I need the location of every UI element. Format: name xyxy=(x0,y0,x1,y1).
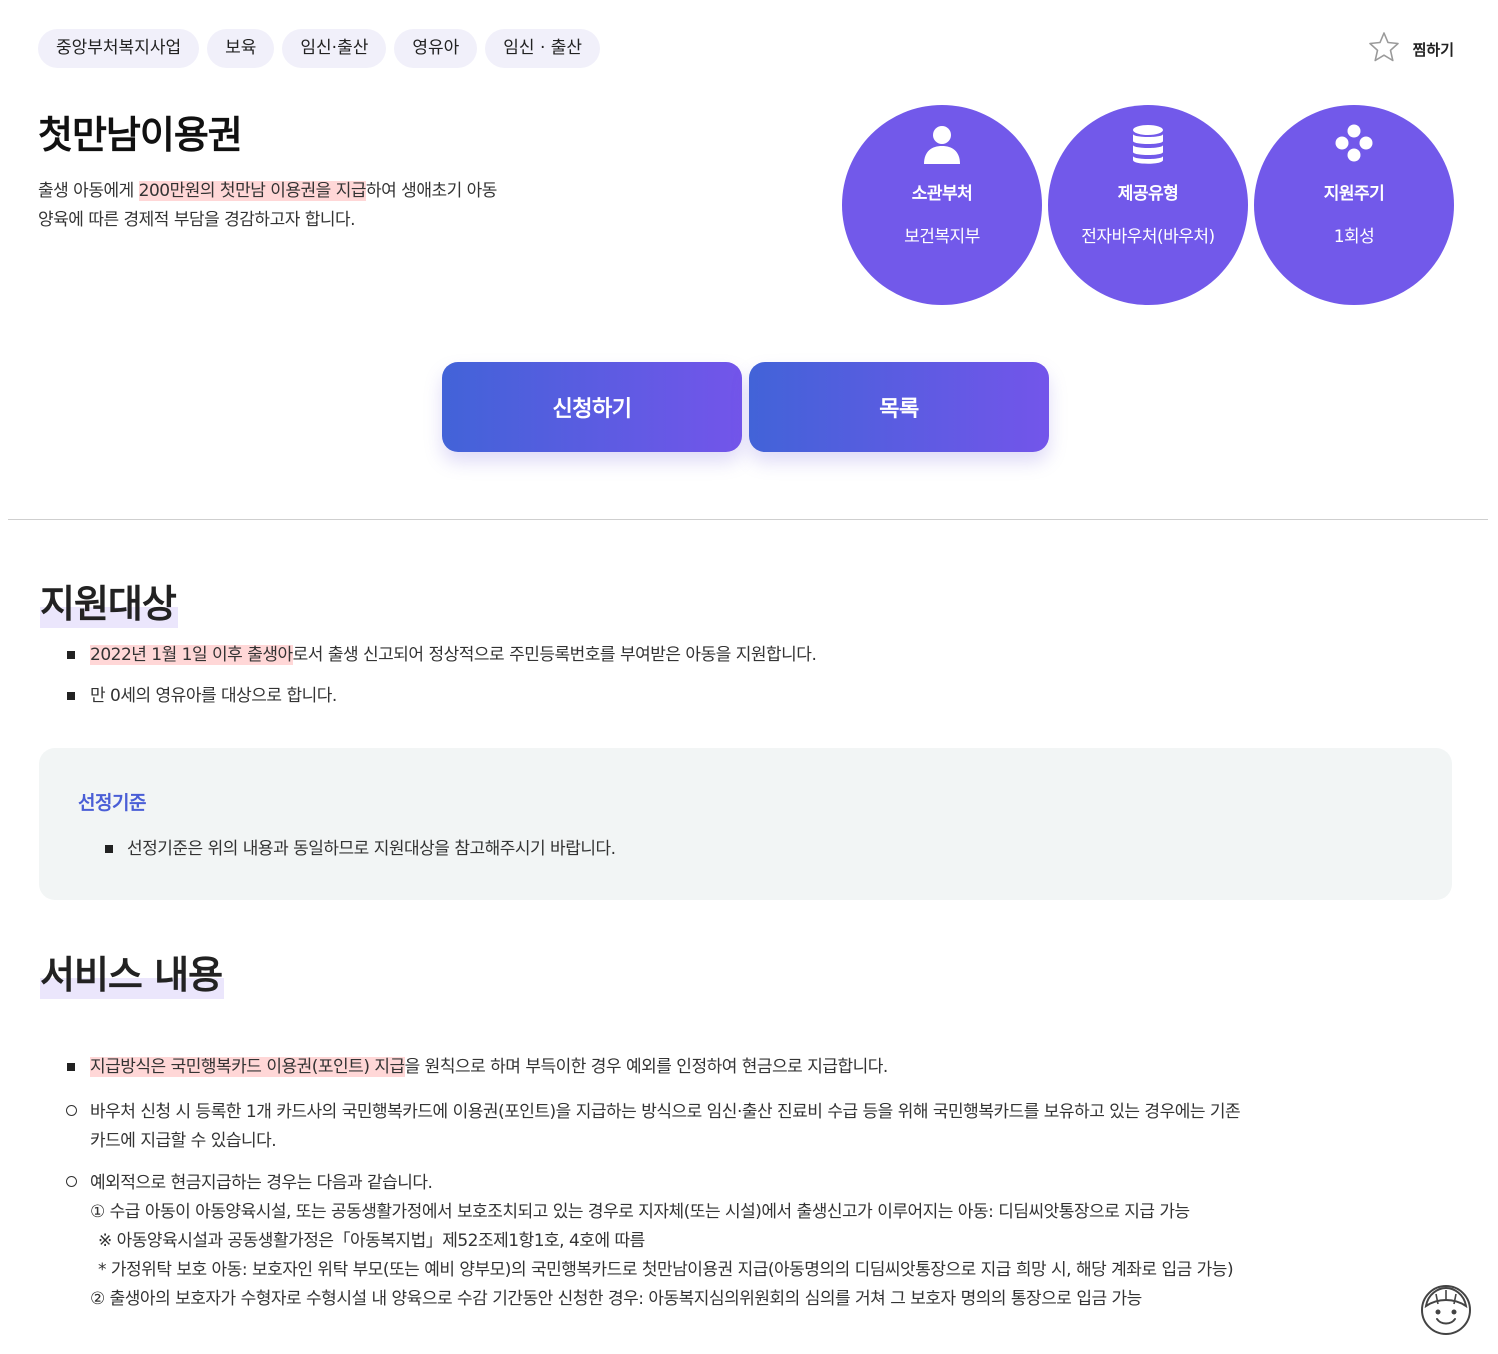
desc-highlight: 200만원의 첫만남 이용권을 지급 xyxy=(138,181,367,201)
list-button[interactable]: 목록 xyxy=(749,362,1049,452)
star-outline-icon xyxy=(1367,30,1401,68)
list-item: 바우처 신청 시 등록한 1개 카드사의 국민행복카드에 이용권(포인트)을 지… xyxy=(66,1098,1406,1156)
service-item1-highlight: 지급방식은 국민행복카드 이용권(포인트) 지급 xyxy=(90,1057,405,1077)
service-sub4: ② 출생아의 보호자가 수형자로 수형시설 내 양육으로 수감 기간동안 신청한… xyxy=(90,1289,1142,1309)
target-item1-rest: 로서 출생 신고되어 정상적으로 주민등록번호를 부여받은 아동을 지원합니다. xyxy=(292,645,817,665)
info-cycle-value: 1회성 xyxy=(1333,227,1375,247)
info-support-cycle: 지원주기 1회성 xyxy=(1254,105,1454,305)
info-department-value: 보건복지부 xyxy=(904,227,980,247)
dots-cluster-icon xyxy=(1331,121,1377,167)
chatbot-mascot-icon[interactable] xyxy=(1420,1284,1472,1336)
favorite-label: 찜하기 xyxy=(1412,40,1454,59)
section-title-target: 지원대상 xyxy=(40,573,178,628)
tag-childcare[interactable]: 보육 xyxy=(207,29,275,68)
list-item: 2022년 1월 1일 이후 출생아로서 출생 신고되어 정상적으로 주민등록번… xyxy=(66,642,817,668)
service-sub1: ① 수급 아동이 아동양육시설, 또는 공동생활가정에서 보호조치되고 있는 경… xyxy=(90,1202,1190,1222)
service-item1-rest: 을 원칙으로 하며 부득이한 경우 예외를 인정하여 현금으로 지급합니다. xyxy=(404,1057,889,1077)
apply-button[interactable]: 신청하기 xyxy=(442,362,742,452)
info-cycle-label: 지원주기 xyxy=(1323,184,1385,204)
service-sub3: * 가정위탁 보호 아동: 보호자인 위탁 부모(또는 예비 양부모)의 국민행… xyxy=(98,1260,1234,1280)
tag-infant[interactable]: 영유아 xyxy=(394,29,478,68)
page-description: 출생 아동에게 200만원의 첫만남 이용권을 지급하여 생애초기 아동양육에 … xyxy=(38,177,508,235)
list-item: 지급방식은 국민행복카드 이용권(포인트) 지급을 원칙으로 하며 부득이한 경… xyxy=(66,1054,1406,1080)
info-provision-label: 제공유형 xyxy=(1117,184,1179,204)
page-title: 첫만남이용권 xyxy=(38,113,243,157)
target-list: 2022년 1월 1일 이후 출생아로서 출생 신고되어 정상적으로 주민등록번… xyxy=(66,642,817,709)
service-item3: 예외적으로 현금지급하는 경우는 다음과 같습니다. xyxy=(90,1173,433,1193)
list-item: 예외적으로 현금지급하는 경우는 다음과 같습니다. ① 수급 아동이 아동양육… xyxy=(66,1169,1406,1314)
list-item: 선정기준은 위의 내용과 동일하므로 지원대상을 참고해주시기 바랍니다. xyxy=(105,836,616,862)
service-sub2: ※ 아동양육시설과 공동생활가정은「아동복지법」제52조제1항1호, 4호에 따… xyxy=(98,1231,645,1251)
favorite-button[interactable]: 찜하기 xyxy=(1367,30,1454,68)
category-tags: 중앙부처복지사업 보육 임신·출산 영유아 임신 · 출산 xyxy=(38,29,601,68)
service-item2-line1: 바우처 신청 시 등록한 1개 카드사의 국민행복카드에 이용권(포인트)을 지… xyxy=(90,1102,1241,1122)
database-icon xyxy=(1125,121,1171,167)
section-divider xyxy=(8,519,1488,520)
desc-pre: 출생 아동에게 xyxy=(38,181,139,201)
target-item1-highlight: 2022년 1월 1일 이후 출생아 xyxy=(90,645,293,665)
info-circles: 소관부처 보건복지부 제공유형 전자바우처(바우처) 지원주기 1회성 xyxy=(842,105,1454,305)
action-buttons: 신청하기 목록 xyxy=(442,362,1049,452)
criteria-title: 선정기준 xyxy=(78,792,146,814)
service-list: 지급방식은 국민행복카드 이용권(포인트) 지급을 원칙으로 하며 부득이한 경… xyxy=(66,1054,1406,1314)
tag-pregnancy-birth-2[interactable]: 임신 · 출산 xyxy=(485,29,601,68)
target-item2: 만 0세의 영유아를 대상으로 합니다. xyxy=(90,686,337,706)
info-provision-type: 제공유형 전자바우처(바우처) xyxy=(1048,105,1248,305)
tag-pregnancy-birth[interactable]: 임신·출산 xyxy=(282,29,387,68)
list-item: 만 0세의 영유아를 대상으로 합니다. xyxy=(66,683,816,709)
service-item2-line2: 카드에 지급할 수 있습니다. xyxy=(90,1131,277,1151)
criteria-list: 선정기준은 위의 내용과 동일하므로 지원대상을 참고해주시기 바랍니다. xyxy=(105,836,616,862)
criteria-box: 선정기준 선정기준은 위의 내용과 동일하므로 지원대상을 참고해주시기 바랍니… xyxy=(39,748,1452,900)
section-title-service: 서비스 내용 xyxy=(40,944,225,999)
info-provision-value: 전자바우처(바우처) xyxy=(1081,227,1215,247)
criteria-item: 선정기준은 위의 내용과 동일하므로 지원대상을 참고해주시기 바랍니다. xyxy=(127,839,616,859)
info-department-label: 소관부처 xyxy=(911,184,973,204)
person-icon xyxy=(919,121,965,167)
tag-central-welfare[interactable]: 중앙부처복지사업 xyxy=(38,29,200,68)
info-department: 소관부처 보건복지부 xyxy=(842,105,1042,305)
